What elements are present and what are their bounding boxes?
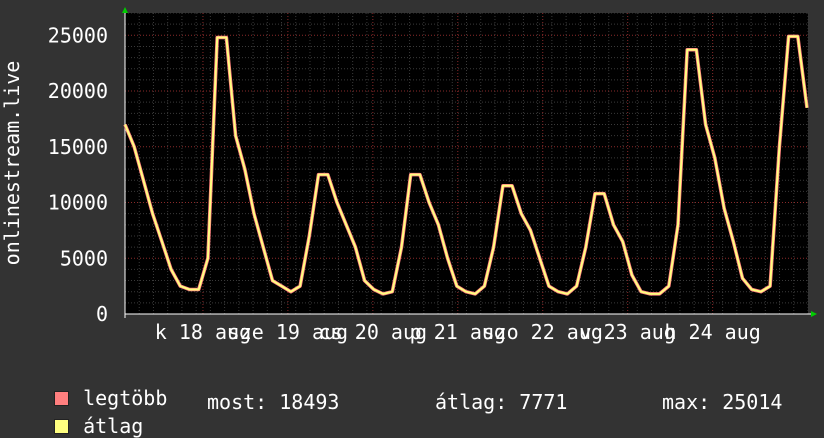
legend-item-atlag: átlag <box>30 390 143 438</box>
x-tick-label: v 23 aug <box>580 320 676 344</box>
y-tick-label: 5000 <box>60 246 108 270</box>
x-tick-label: h 24 aug <box>664 320 760 344</box>
y-tick-label: 10000 <box>48 191 108 215</box>
y-axis-label: onlinestream.live <box>0 61 24 266</box>
y-tick-label: 0 <box>96 302 108 326</box>
y-tick-label: 15000 <box>48 135 108 159</box>
y-tick-label: 20000 <box>48 79 108 103</box>
legend-label-atlag: átlag <box>83 414 144 438</box>
y-tick-label: 25000 <box>48 23 108 47</box>
legend-swatch-atlag <box>54 419 70 434</box>
stat-atlag: átlag: 7771 <box>435 390 568 414</box>
x-axis-arrow <box>811 311 817 317</box>
y-axis-arrow <box>122 7 128 13</box>
stat-most: most: 18493 <box>207 390 340 414</box>
stat-max: max: 25014 <box>662 390 783 414</box>
